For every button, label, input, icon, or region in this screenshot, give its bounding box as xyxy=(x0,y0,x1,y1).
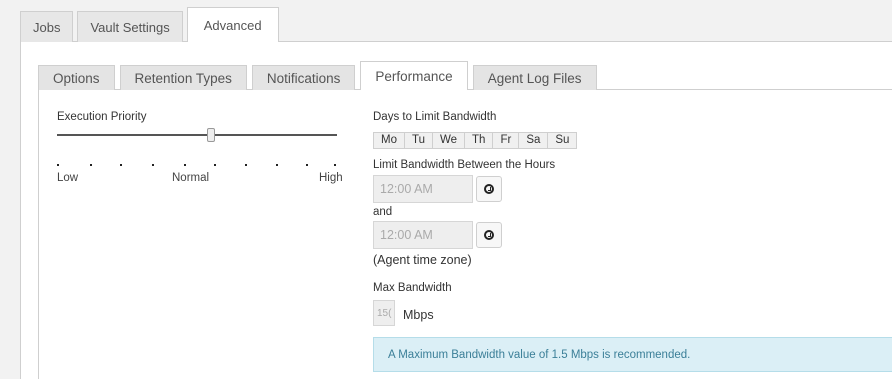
tab-options[interactable]: Options xyxy=(38,65,115,90)
day-toggle-su[interactable]: Su xyxy=(548,133,576,148)
and-label: and xyxy=(373,206,393,218)
inner-tab-bar: Options Retention Types Notifications Pe… xyxy=(38,61,602,90)
clock-icon xyxy=(484,230,494,240)
clock-icon xyxy=(484,184,494,194)
day-toggle-tu[interactable]: Tu xyxy=(405,133,433,148)
day-picker: Mo Tu We Th Fr Sa Su xyxy=(373,132,578,149)
days-label: Days to Limit Bandwidth xyxy=(373,111,497,123)
day-toggle-th[interactable]: Th xyxy=(465,133,494,148)
slider-tick xyxy=(57,164,59,166)
priority-slider-track[interactable] xyxy=(57,134,337,136)
outer-tab-bar: Jobs Vault Settings Advanced xyxy=(20,6,283,42)
timezone-note: (Agent time zone) xyxy=(373,253,472,267)
day-toggle-we[interactable]: We xyxy=(433,133,466,148)
scale-high-label: High xyxy=(319,172,343,184)
scale-low-label: Low xyxy=(57,172,79,184)
start-time-picker-button[interactable] xyxy=(476,176,502,202)
slider-tick xyxy=(276,164,278,166)
tab-retention-types[interactable]: Retention Types xyxy=(119,65,247,90)
alert-text: A Maximum Bandwidth value of 1.5 Mbps is… xyxy=(388,348,691,361)
slider-tick xyxy=(214,164,216,166)
start-time-input[interactable]: 12:00 AM xyxy=(373,175,473,203)
slider-tick xyxy=(184,164,186,166)
tab-notifications[interactable]: Notifications xyxy=(251,65,356,90)
end-time-picker-button[interactable] xyxy=(476,222,502,248)
max-bandwidth-label: Max Bandwidth xyxy=(373,282,452,294)
slider-tick xyxy=(306,164,308,166)
slider-tick xyxy=(245,164,247,166)
day-toggle-mo[interactable]: Mo xyxy=(374,133,405,148)
slider-tick xyxy=(90,164,92,166)
scale-normal-label: Normal xyxy=(172,172,210,184)
tab-advanced[interactable]: Advanced xyxy=(186,7,279,42)
end-time-input[interactable]: 12:00 AM xyxy=(373,221,473,249)
tab-performance[interactable]: Performance xyxy=(360,61,468,90)
slider-tick xyxy=(120,164,122,166)
execution-priority-label: Execution Priority xyxy=(57,111,147,123)
hours-label: Limit Bandwidth Between the Hours xyxy=(373,159,556,171)
priority-slider-handle[interactable] xyxy=(207,128,215,142)
bandwidth-recommendation-alert: A Maximum Bandwidth value of 1.5 Mbps is… xyxy=(373,337,892,372)
tab-jobs[interactable]: Jobs xyxy=(20,11,74,42)
bandwidth-unit: Mbps xyxy=(403,308,434,322)
tab-vault-settings[interactable]: Vault Settings xyxy=(77,11,183,42)
slider-tick xyxy=(152,164,154,166)
max-bandwidth-input[interactable]: 15( xyxy=(373,300,395,326)
day-toggle-fr[interactable]: Fr xyxy=(493,133,520,148)
tab-agent-log-files[interactable]: Agent Log Files xyxy=(472,65,597,90)
slider-tick xyxy=(334,164,336,166)
day-toggle-sa[interactable]: Sa xyxy=(519,133,549,148)
